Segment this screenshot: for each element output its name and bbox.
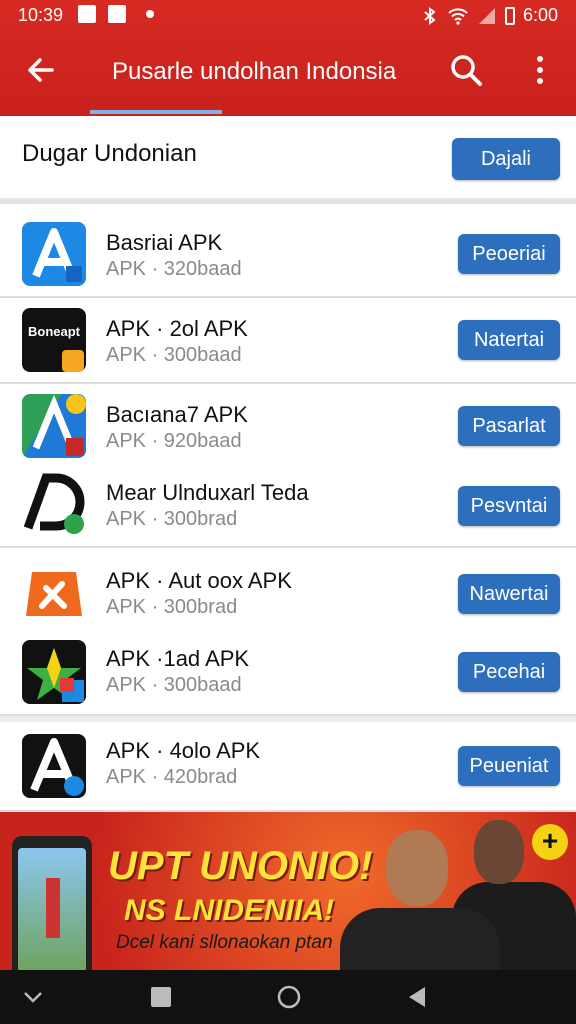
white-a-app-icon [22,734,86,798]
app-meta: APK · 300brad [106,596,238,618]
section-header: Dugar Undonian Dajali [0,116,576,204]
app-name: APK ·1ad APK [106,646,250,671]
person-image [340,908,500,970]
notification-icon [78,5,96,23]
promo-banner[interactable]: UPT UNONIO! NS LNIDENIIA! Dcel kani sllo… [0,812,576,970]
app-meta: APK · 300baad [106,674,242,696]
person-head [474,820,524,884]
list-item[interactable]: Boneapt APK · 2ol APK APK · 300baad Nate… [0,298,576,384]
black-d-app-icon [22,472,86,536]
more-options-icon[interactable] [522,50,558,90]
app-name: Mear Ulnduxarl Teda [106,480,309,505]
app-header: 10:39 6:00 Pusarle undolhan Indonsia [0,0,576,116]
bonearc-app-icon: Boneapt [22,308,86,372]
person-head [386,830,448,906]
bluetooth-icon [424,6,436,25]
app-action-button[interactable]: Natertai [458,320,560,360]
app-action-button[interactable]: Nawertai [458,574,560,614]
app-action-button[interactable]: Pesvntai [458,486,560,526]
system-nav-bar [0,970,576,1024]
orange-tool-app-icon [22,562,86,626]
app-action-button[interactable]: Peueniat [458,746,560,786]
header-action-button[interactable]: Dajali [452,138,560,180]
wifi-icon [448,7,468,25]
back-arrow-icon[interactable] [22,50,62,90]
section-title: Dugar Undonian [22,140,197,167]
home-icon[interactable] [276,984,302,1010]
status-time: 10:39 [18,5,64,25]
tab-indicator [90,110,222,114]
app-action-button[interactable]: Peoeriai [458,234,560,274]
banner-caption: Dcel kani sllonaokan ptan [116,932,333,953]
screen: { "status_bar": { "time": "10:39", "cloc… [0,0,576,1024]
app-action-button[interactable]: Pasarlat [458,406,560,446]
blue-a-app-icon [22,222,86,286]
recents-icon[interactable] [148,984,174,1010]
list-item[interactable]: Mear Ulnduxarl Teda APK · 300brad Pesvnt… [0,464,576,548]
app-meta: APK · 420brad [106,766,238,788]
search-icon[interactable] [446,50,486,90]
phone-image [12,836,92,970]
toolbar: Pusarle undolhan Indonsia [0,36,576,108]
banner-subheadline: NS LNIDENIIA! [124,894,334,927]
list-item[interactable]: Bacıana7 APK APK · 920baad Pasarlat [0,384,576,464]
app-meta: APK · 320baad [106,258,242,280]
app-icon-label: Boneapt [28,324,80,339]
list-item[interactable]: Basriai APK APK · 320baad Peoeriai [0,210,576,298]
app-action-button[interactable]: Pecehai [458,652,560,692]
app-meta: APK · 300baad [106,344,242,366]
back-icon[interactable] [404,984,430,1010]
green-star-app-icon [22,640,86,704]
battery-icon [504,6,515,25]
app-meta: APK · 920baad [106,430,242,452]
list-item[interactable]: APK · Aut oox APK APK · 300brad Nawertai [0,550,576,632]
notification-icon [108,5,126,23]
signal-icon [478,7,495,24]
notification-dot-icon [146,10,154,18]
app-name: Basriai APK [106,230,223,255]
green-a-app-icon [22,394,86,458]
app-meta: APK · 300brad [106,508,238,530]
chevron-down-icon[interactable] [20,984,46,1010]
add-icon[interactable]: + [532,824,568,860]
status-clock: 6:00 [522,5,558,25]
status-bar: 10:39 6:00 [0,0,576,32]
app-name: Bacıana7 APK [106,402,248,427]
page-title: Pusarle undolhan Indonsia [112,58,397,85]
app-name: APK · 4olo APK [106,738,261,763]
app-name: APK · 2ol APK [106,316,248,341]
banner-headline: UPT UNONIO! [108,844,373,888]
notification-icons [78,5,154,23]
system-icons: 6:00 [421,5,558,26]
list-item[interactable]: APK ·1ad APK APK · 300baad Pecehai [0,632,576,716]
app-name: APK · Aut oox APK [106,568,292,593]
list-item[interactable]: APK · 4olo APK APK · 420brad Peueniat [0,722,576,812]
